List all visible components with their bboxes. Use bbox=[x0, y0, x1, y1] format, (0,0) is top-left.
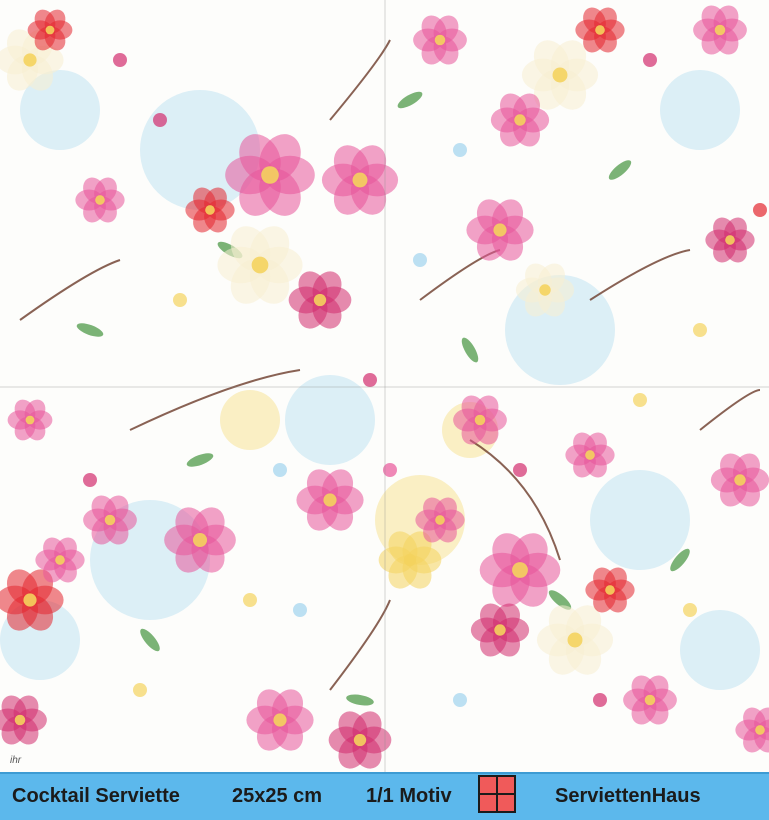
small-blossom bbox=[453, 143, 467, 157]
flower-center bbox=[192, 532, 208, 548]
flower-center bbox=[734, 474, 746, 486]
small-blossom bbox=[453, 693, 467, 707]
flower-center bbox=[434, 34, 446, 46]
small-blossom bbox=[243, 593, 257, 607]
flower-center bbox=[323, 493, 337, 507]
flower-center bbox=[595, 25, 605, 35]
flower-center bbox=[755, 725, 765, 735]
product-name: Cocktail Serviette bbox=[12, 785, 180, 807]
flower-center bbox=[352, 172, 368, 188]
flower-center bbox=[552, 67, 568, 83]
napkin-photo: ihr bbox=[0, 0, 769, 772]
branch bbox=[589, 249, 691, 301]
small-blossom bbox=[413, 253, 427, 267]
small-blossom bbox=[643, 53, 657, 67]
product-motif: 1/1 Motiv bbox=[366, 785, 452, 807]
flower-center bbox=[539, 284, 551, 296]
small-blossom bbox=[513, 463, 527, 477]
flower-center bbox=[435, 515, 445, 525]
small-blossom bbox=[133, 683, 147, 697]
watercolor-blob bbox=[220, 390, 280, 450]
small-blossom bbox=[683, 603, 697, 617]
watercolor-blob bbox=[285, 375, 375, 465]
leaf bbox=[186, 453, 214, 467]
leaf bbox=[461, 337, 479, 363]
flower-center bbox=[104, 514, 116, 526]
ihr-logo-mark: ihr bbox=[10, 755, 22, 766]
small-blossom bbox=[273, 463, 287, 477]
flower-center bbox=[725, 235, 735, 245]
leaf bbox=[76, 323, 104, 337]
small-blossom bbox=[593, 693, 607, 707]
flower-center bbox=[585, 450, 595, 460]
four-squares-icon bbox=[478, 775, 516, 813]
flower-center bbox=[261, 166, 279, 184]
small-blossom bbox=[83, 473, 97, 487]
watercolor-blob bbox=[680, 610, 760, 690]
napkin-fold-vertical bbox=[384, 0, 386, 772]
small-blossom bbox=[693, 323, 707, 337]
flower-center bbox=[512, 562, 528, 578]
flower-center bbox=[251, 256, 269, 274]
branch bbox=[19, 259, 121, 321]
flower-center bbox=[273, 713, 287, 727]
flower-center bbox=[313, 293, 327, 307]
branch bbox=[329, 599, 391, 691]
flower-center bbox=[474, 414, 486, 426]
leaf bbox=[140, 628, 160, 652]
watercolor-blob bbox=[660, 70, 740, 150]
small-blossom bbox=[293, 603, 307, 617]
product-size: 25x25 cm bbox=[232, 785, 323, 807]
branch bbox=[699, 389, 761, 431]
flower-center bbox=[567, 632, 583, 648]
watercolor-blob bbox=[590, 470, 690, 570]
flower-center bbox=[494, 624, 506, 636]
flower-center bbox=[403, 553, 417, 567]
small-blossom bbox=[753, 203, 767, 217]
leaf bbox=[346, 694, 374, 706]
small-blossom bbox=[113, 53, 127, 67]
product-info-bar: Cocktail Serviette 25x25 cm 1/1 Motiv Se… bbox=[0, 772, 769, 820]
small-blossom bbox=[633, 393, 647, 407]
leaf bbox=[397, 91, 423, 109]
small-blossom bbox=[173, 293, 187, 307]
flower-center bbox=[714, 24, 726, 36]
flower-center bbox=[14, 714, 26, 726]
flower-center bbox=[644, 694, 656, 706]
branch bbox=[329, 39, 391, 121]
flower-center bbox=[493, 223, 507, 237]
flower-center bbox=[23, 593, 37, 607]
flower-center bbox=[45, 25, 55, 35]
flower-center bbox=[205, 205, 215, 215]
flower-center bbox=[353, 733, 367, 747]
flower-center bbox=[514, 114, 526, 126]
small-blossom bbox=[153, 113, 167, 127]
small-blossom bbox=[363, 373, 377, 387]
leaf bbox=[608, 160, 632, 180]
flower-center bbox=[95, 195, 105, 205]
shop-name: ServiettenHaus bbox=[555, 785, 701, 807]
flower-center bbox=[605, 585, 615, 595]
flower-center bbox=[23, 53, 37, 67]
flower-center bbox=[25, 415, 35, 425]
flower-center bbox=[55, 555, 65, 565]
